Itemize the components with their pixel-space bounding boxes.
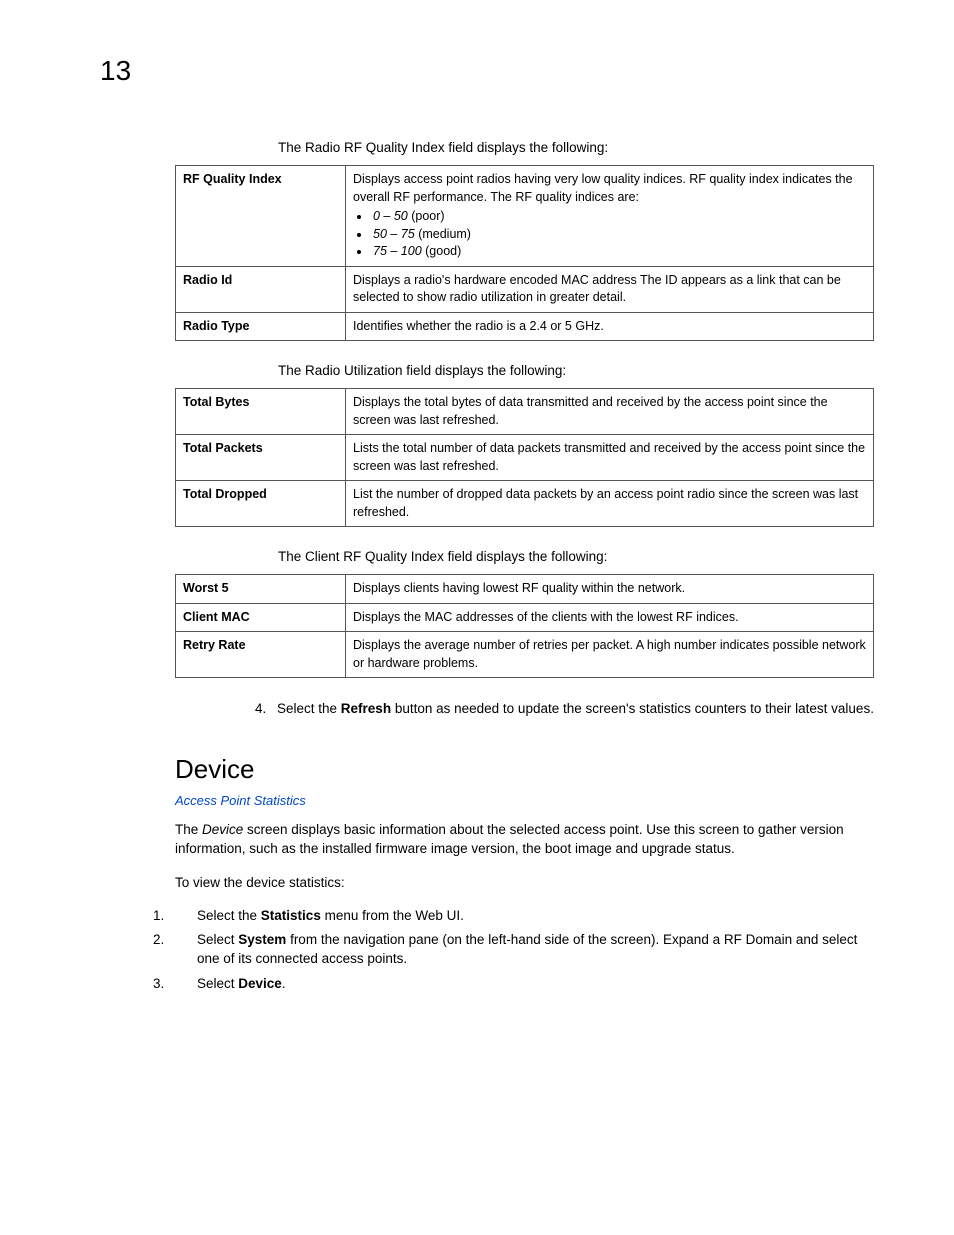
term-cell: Client MAC <box>176 603 346 632</box>
desc-cell: Displays a radio's hardware encoded MAC … <box>346 266 874 312</box>
page: 13 The Radio RF Quality Index field disp… <box>0 0 954 1235</box>
desc-cell: Displays the average number of retries p… <box>346 632 874 678</box>
table-row: Radio Id Displays a radio's hardware enc… <box>176 266 874 312</box>
table-row: RF Quality Index Displays access point r… <box>176 166 874 267</box>
term-cell: Worst 5 <box>176 575 346 604</box>
page-content: The Radio RF Quality Index field display… <box>175 140 874 994</box>
desc-cell: Displays access point radios having very… <box>346 166 874 267</box>
step-1: 1.Select the Statistics menu from the We… <box>175 907 874 926</box>
device-para-1: The Device screen displays basic informa… <box>175 820 874 859</box>
desc-cell: Displays the total bytes of data transmi… <box>346 389 874 435</box>
device-heading: Device <box>175 754 874 785</box>
desc-text: Displays access point radios having very… <box>353 172 853 204</box>
radio-rf-table: RF Quality Index Displays access point r… <box>175 165 874 341</box>
client-rf-table: Worst 5 Displays clients having lowest R… <box>175 574 874 678</box>
term-cell: Total Dropped <box>176 481 346 527</box>
table-row: Worst 5 Displays clients having lowest R… <box>176 575 874 604</box>
desc-cell: Lists the total number of data packets t… <box>346 435 874 481</box>
list-item: 50 – 75 (medium) <box>371 226 866 244</box>
desc-cell: Identifies whether the radio is a 2.4 or… <box>346 312 874 341</box>
table-row: Retry Rate Displays the average number o… <box>176 632 874 678</box>
step-4: 4.Select the Refresh button as needed to… <box>255 700 874 719</box>
radio-util-intro: The Radio Utilization field displays the… <box>278 363 874 378</box>
step-3: 3.Select Device. <box>175 975 874 994</box>
step-text: Select the Refresh button as needed to u… <box>277 701 874 716</box>
radio-util-table: Total Bytes Displays the total bytes of … <box>175 388 874 527</box>
term-cell: Total Bytes <box>176 389 346 435</box>
access-point-stats-link[interactable]: Access Point Statistics <box>175 793 874 808</box>
quality-list: 0 – 50 (poor) 50 – 75 (medium) 75 – 100 … <box>353 208 866 261</box>
term-cell: RF Quality Index <box>176 166 346 267</box>
device-para-2: To view the device statistics: <box>175 873 874 893</box>
client-rf-intro: The Client RF Quality Index field displa… <box>278 549 874 564</box>
term-cell: Radio Type <box>176 312 346 341</box>
radio-rf-intro: The Radio RF Quality Index field display… <box>278 140 874 155</box>
term-cell: Retry Rate <box>176 632 346 678</box>
list-item: 0 – 50 (poor) <box>371 208 866 226</box>
step-2: 2.Select System from the navigation pane… <box>175 931 874 969</box>
table-row: Client MAC Displays the MAC addresses of… <box>176 603 874 632</box>
desc-cell: List the number of dropped data packets … <box>346 481 874 527</box>
device-steps: 1.Select the Statistics menu from the We… <box>175 907 874 995</box>
table-row: Total Packets Lists the total number of … <box>176 435 874 481</box>
term-cell: Radio Id <box>176 266 346 312</box>
term-cell: Total Packets <box>176 435 346 481</box>
desc-cell: Displays clients having lowest RF qualit… <box>346 575 874 604</box>
table-row: Total Dropped List the number of dropped… <box>176 481 874 527</box>
step-num: 4. <box>255 700 277 719</box>
table-row: Total Bytes Displays the total bytes of … <box>176 389 874 435</box>
page-number: 13 <box>100 55 131 87</box>
table-row: Radio Type Identifies whether the radio … <box>176 312 874 341</box>
list-item: 75 – 100 (good) <box>371 243 866 261</box>
desc-cell: Displays the MAC addresses of the client… <box>346 603 874 632</box>
